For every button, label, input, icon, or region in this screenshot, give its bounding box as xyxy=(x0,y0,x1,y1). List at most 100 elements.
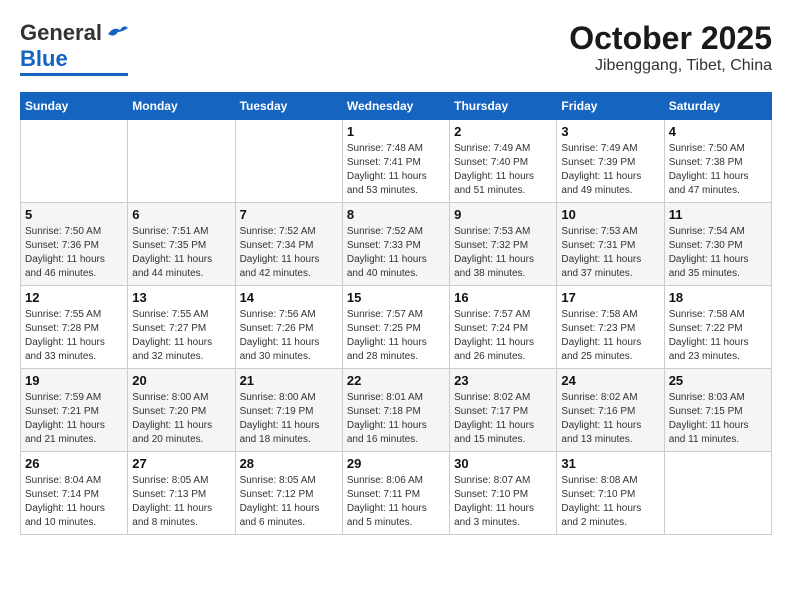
logo-text: General xyxy=(20,20,102,46)
weekday-header-sunday: Sunday xyxy=(21,93,128,120)
calendar-day-cell: 8 Sunrise: 7:52 AM Sunset: 7:33 PM Daylig… xyxy=(342,203,449,286)
logo-blue-text: Blue xyxy=(20,46,68,72)
calendar-day-cell: 21 Sunrise: 8:00 AM Sunset: 7:19 PM Dayli… xyxy=(235,369,342,452)
day-info: Sunrise: 7:53 AM Sunset: 7:31 PM Dayligh… xyxy=(561,225,659,281)
day-info: Sunrise: 7:53 AM Sunset: 7:32 PM Dayligh… xyxy=(454,225,552,281)
day-info: Sunrise: 7:54 AM Sunset: 7:30 PM Dayligh… xyxy=(669,225,767,281)
day-number: 17 xyxy=(561,290,659,305)
weekday-header-friday: Friday xyxy=(557,93,664,120)
calendar-day-cell: 31 Sunrise: 8:08 AM Sunset: 7:10 PM Dayli… xyxy=(557,452,664,535)
day-number: 24 xyxy=(561,373,659,388)
calendar-day-cell: 6Sunrise: 7:51 AM Sunset: 7:35 PM Daylig… xyxy=(128,203,235,286)
calendar-day-cell: 13Sunrise: 7:55 AM Sunset: 7:27 PM Dayli… xyxy=(128,286,235,369)
day-number: 4 xyxy=(669,124,767,139)
day-number: 27 xyxy=(132,456,230,471)
calendar-day-cell: 2Sunrise: 7:49 AM Sunset: 7:40 PM Daylig… xyxy=(450,120,557,203)
calendar-day-cell: 20Sunrise: 8:00 AM Sunset: 7:20 PM Dayli… xyxy=(128,369,235,452)
calendar-week-row: 26 Sunrise: 8:04 AM Sunset: 7:14 PM Dayli… xyxy=(21,452,772,535)
calendar-day-cell: 23Sunrise: 8:02 AM Sunset: 7:17 PM Dayli… xyxy=(450,369,557,452)
calendar-week-row: 5Sunrise: 7:50 AM Sunset: 7:36 PM Daylig… xyxy=(21,203,772,286)
weekday-header-saturday: Saturday xyxy=(664,93,771,120)
calendar-week-row: 19 Sunrise: 7:59 AM Sunset: 7:21 PM Dayli… xyxy=(21,369,772,452)
day-number: 19 xyxy=(25,373,123,388)
calendar-day-cell: 24 Sunrise: 8:02 AM Sunset: 7:16 PM Dayli… xyxy=(557,369,664,452)
day-info: Sunrise: 7:52 AM Sunset: 7:33 PM Dayligh… xyxy=(347,225,445,281)
day-info: Sunrise: 8:03 AM Sunset: 7:15 PM Dayligh… xyxy=(669,391,767,447)
day-info: Sunrise: 7:57 AM Sunset: 7:25 PM Dayligh… xyxy=(347,308,445,364)
day-info: Sunrise: 7:48 AM Sunset: 7:41 PM Dayligh… xyxy=(347,142,445,198)
calendar-week-row: 12 Sunrise: 7:55 AM Sunset: 7:28 PM Dayli… xyxy=(21,286,772,369)
calendar-day-cell: 29Sunrise: 8:06 AM Sunset: 7:11 PM Dayli… xyxy=(342,452,449,535)
day-number: 26 xyxy=(25,456,123,471)
day-number: 25 xyxy=(669,373,767,388)
day-number: 18 xyxy=(669,290,767,305)
calendar-day-cell: 3 Sunrise: 7:49 AM Sunset: 7:39 PM Daylig… xyxy=(557,120,664,203)
weekday-header-thursday: Thursday xyxy=(450,93,557,120)
title-block: October 2025 Jibenggang, Tibet, China xyxy=(569,20,772,75)
day-number: 3 xyxy=(561,124,659,139)
calendar-day-cell: 10 Sunrise: 7:53 AM Sunset: 7:31 PM Dayli… xyxy=(557,203,664,286)
day-info: Sunrise: 8:05 AM Sunset: 7:13 PM Dayligh… xyxy=(132,474,230,530)
day-info: Sunrise: 7:49 AM Sunset: 7:39 PM Dayligh… xyxy=(561,142,659,198)
day-number: 6 xyxy=(132,207,230,222)
day-number: 7 xyxy=(240,207,338,222)
day-info: Sunrise: 7:55 AM Sunset: 7:28 PM Dayligh… xyxy=(25,308,123,364)
day-info: Sunrise: 8:02 AM Sunset: 7:17 PM Dayligh… xyxy=(454,391,552,447)
day-number: 9 xyxy=(454,207,552,222)
day-number: 11 xyxy=(669,207,767,222)
calendar-day-cell xyxy=(664,452,771,535)
weekday-header-wednesday: Wednesday xyxy=(342,93,449,120)
day-number: 30 xyxy=(454,456,552,471)
day-number: 15 xyxy=(347,290,445,305)
calendar-day-cell: 12 Sunrise: 7:55 AM Sunset: 7:28 PM Dayli… xyxy=(21,286,128,369)
day-info: Sunrise: 8:04 AM Sunset: 7:14 PM Dayligh… xyxy=(25,474,123,530)
calendar-day-cell: 16Sunrise: 7:57 AM Sunset: 7:24 PM Dayli… xyxy=(450,286,557,369)
day-number: 16 xyxy=(454,290,552,305)
logo-bird-icon xyxy=(106,24,128,42)
day-number: 2 xyxy=(454,124,552,139)
calendar-day-cell: 5Sunrise: 7:50 AM Sunset: 7:36 PM Daylig… xyxy=(21,203,128,286)
calendar-table: SundayMondayTuesdayWednesdayThursdayFrid… xyxy=(20,92,772,535)
day-number: 12 xyxy=(25,290,123,305)
calendar-day-cell: 25 Sunrise: 8:03 AM Sunset: 7:15 PM Dayli… xyxy=(664,369,771,452)
calendar-day-cell: 7Sunrise: 7:52 AM Sunset: 7:34 PM Daylig… xyxy=(235,203,342,286)
location-subtitle: Jibenggang, Tibet, China xyxy=(569,57,772,75)
day-info: Sunrise: 8:01 AM Sunset: 7:18 PM Dayligh… xyxy=(347,391,445,447)
calendar-day-cell: 9 Sunrise: 7:53 AM Sunset: 7:32 PM Daylig… xyxy=(450,203,557,286)
day-info: Sunrise: 8:06 AM Sunset: 7:11 PM Dayligh… xyxy=(347,474,445,530)
day-number: 10 xyxy=(561,207,659,222)
day-info: Sunrise: 8:00 AM Sunset: 7:20 PM Dayligh… xyxy=(132,391,230,447)
calendar-day-cell: 18 Sunrise: 7:58 AM Sunset: 7:22 PM Dayli… xyxy=(664,286,771,369)
calendar-day-cell: 28Sunrise: 8:05 AM Sunset: 7:12 PM Dayli… xyxy=(235,452,342,535)
calendar-day-cell: 26 Sunrise: 8:04 AM Sunset: 7:14 PM Dayli… xyxy=(21,452,128,535)
calendar-day-cell: 1 Sunrise: 7:48 AM Sunset: 7:41 PM Daylig… xyxy=(342,120,449,203)
calendar-day-cell: 4 Sunrise: 7:50 AM Sunset: 7:38 PM Daylig… xyxy=(664,120,771,203)
day-info: Sunrise: 7:59 AM Sunset: 7:21 PM Dayligh… xyxy=(25,391,123,447)
day-number: 22 xyxy=(347,373,445,388)
weekday-header-monday: Monday xyxy=(128,93,235,120)
calendar-day-cell xyxy=(21,120,128,203)
day-info: Sunrise: 7:58 AM Sunset: 7:22 PM Dayligh… xyxy=(669,308,767,364)
calendar-day-cell: 11 Sunrise: 7:54 AM Sunset: 7:30 PM Dayli… xyxy=(664,203,771,286)
day-number: 28 xyxy=(240,456,338,471)
day-number: 5 xyxy=(25,207,123,222)
page-header: General Blue October 2025 Jibenggang, Ti… xyxy=(20,20,772,76)
calendar-day-cell: 17 Sunrise: 7:58 AM Sunset: 7:23 PM Dayli… xyxy=(557,286,664,369)
logo: General Blue xyxy=(20,20,128,76)
day-number: 14 xyxy=(240,290,338,305)
day-number: 31 xyxy=(561,456,659,471)
day-number: 1 xyxy=(347,124,445,139)
day-info: Sunrise: 8:02 AM Sunset: 7:16 PM Dayligh… xyxy=(561,391,659,447)
day-info: Sunrise: 8:08 AM Sunset: 7:10 PM Dayligh… xyxy=(561,474,659,530)
day-info: Sunrise: 7:55 AM Sunset: 7:27 PM Dayligh… xyxy=(132,308,230,364)
day-info: Sunrise: 7:58 AM Sunset: 7:23 PM Dayligh… xyxy=(561,308,659,364)
day-info: Sunrise: 8:07 AM Sunset: 7:10 PM Dayligh… xyxy=(454,474,552,530)
weekday-header-row: SundayMondayTuesdayWednesdayThursdayFrid… xyxy=(21,93,772,120)
day-info: Sunrise: 8:00 AM Sunset: 7:19 PM Dayligh… xyxy=(240,391,338,447)
calendar-week-row: 1 Sunrise: 7:48 AM Sunset: 7:41 PM Daylig… xyxy=(21,120,772,203)
calendar-day-cell: 19 Sunrise: 7:59 AM Sunset: 7:21 PM Dayli… xyxy=(21,369,128,452)
weekday-header-tuesday: Tuesday xyxy=(235,93,342,120)
day-number: 21 xyxy=(240,373,338,388)
day-number: 8 xyxy=(347,207,445,222)
day-info: Sunrise: 7:50 AM Sunset: 7:38 PM Dayligh… xyxy=(669,142,767,198)
